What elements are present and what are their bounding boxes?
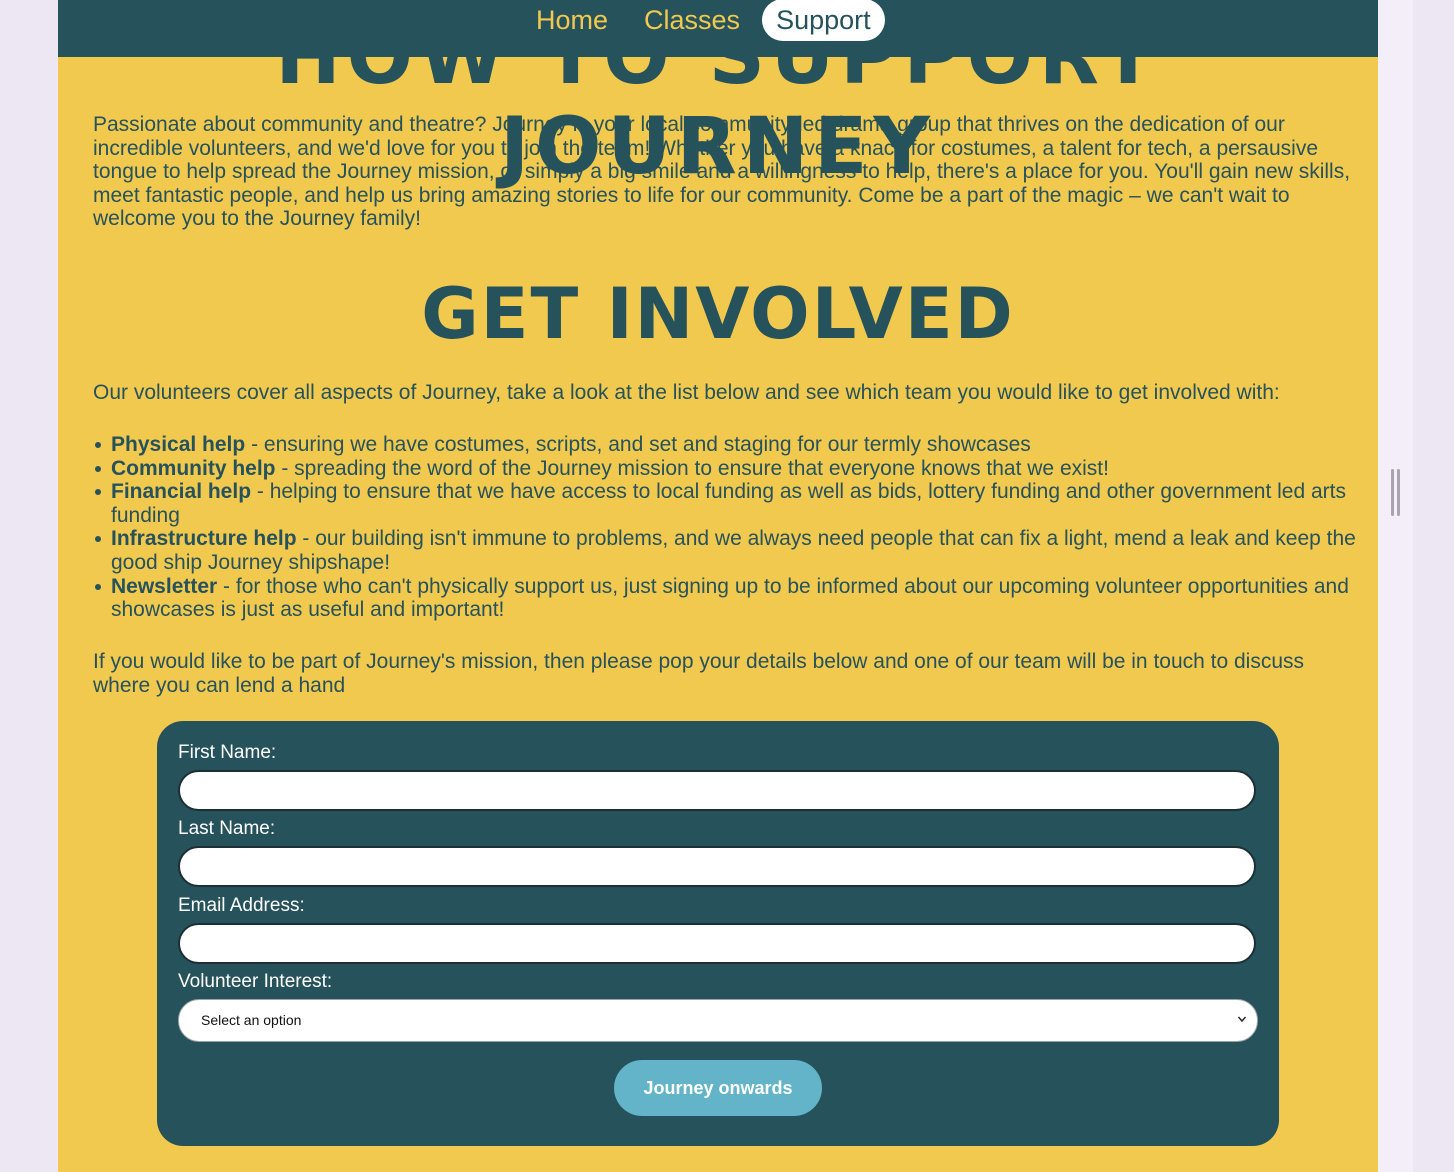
team-description: - ensuring we have costumes, scripts, an…: [245, 433, 1031, 456]
team-description: - our building isn't immune to problems,…: [111, 527, 1356, 574]
email-label: Email Address:: [178, 895, 305, 916]
email-input[interactable]: [178, 923, 1256, 964]
team-list: Physical help - ensuring we have costume…: [93, 433, 1378, 622]
team-name: Financial help: [111, 480, 252, 504]
last-name-label: Last Name:: [178, 818, 276, 839]
nav-link-support[interactable]: Support: [762, 0, 885, 41]
page-container: Home Classes Support HOW TO SUPPORT JOUR…: [58, 0, 1378, 1172]
first-name-label: First Name:: [178, 742, 277, 763]
nav-link-home[interactable]: Home: [522, 0, 622, 41]
submit-button[interactable]: Journey onwards: [614, 1060, 822, 1116]
first-name-input[interactable]: [178, 770, 1256, 811]
volunteer-interest-label: Volunteer Interest:: [178, 971, 333, 992]
select-value: Select an option: [201, 1012, 302, 1028]
volunteer-form: First Name: Last Name: Email Address: Vo…: [157, 721, 1279, 1146]
nav-links: Home Classes Support: [522, 0, 893, 42]
list-item: Community help - spreading the word of t…: [95, 456, 1378, 481]
nav-link-classes[interactable]: Classes: [630, 0, 754, 41]
team-name: Newsletter: [111, 574, 218, 598]
team-description: - spreading the word of the Journey miss…: [275, 456, 1109, 480]
last-name-input[interactable]: [178, 846, 1256, 887]
list-item: Newsletter - for those who can't physica…: [95, 574, 1378, 622]
section-title-get-involved: GET INVOLVED: [421, 273, 1015, 355]
closing-paragraph: If you would like to be part of Journey'…: [93, 650, 1305, 697]
team-description: - helping to ensure that we have access …: [111, 480, 1347, 527]
get-involved-lead: Our volunteers cover all aspects of Jour…: [93, 381, 1280, 404]
volunteer-interest-select[interactable]: Select an option: [178, 999, 1258, 1042]
chevron-down-icon: [1237, 1016, 1247, 1023]
window-margin: [1378, 0, 1413, 1172]
list-item: Physical help - ensuring we have costume…: [95, 433, 1378, 457]
navbar: Home Classes Support: [58, 0, 1378, 57]
list-item: Financial help - helping to ensure that …: [95, 480, 1378, 527]
team-name: Infrastructure help: [111, 527, 297, 551]
team-name: Physical help: [111, 433, 246, 456]
resize-handle[interactable]: [1390, 469, 1400, 516]
team-name: Community help: [111, 456, 276, 480]
list-item: Infrastructure help - our building isn't…: [95, 527, 1378, 574]
team-description: - for those who can't physically support…: [111, 574, 1349, 622]
